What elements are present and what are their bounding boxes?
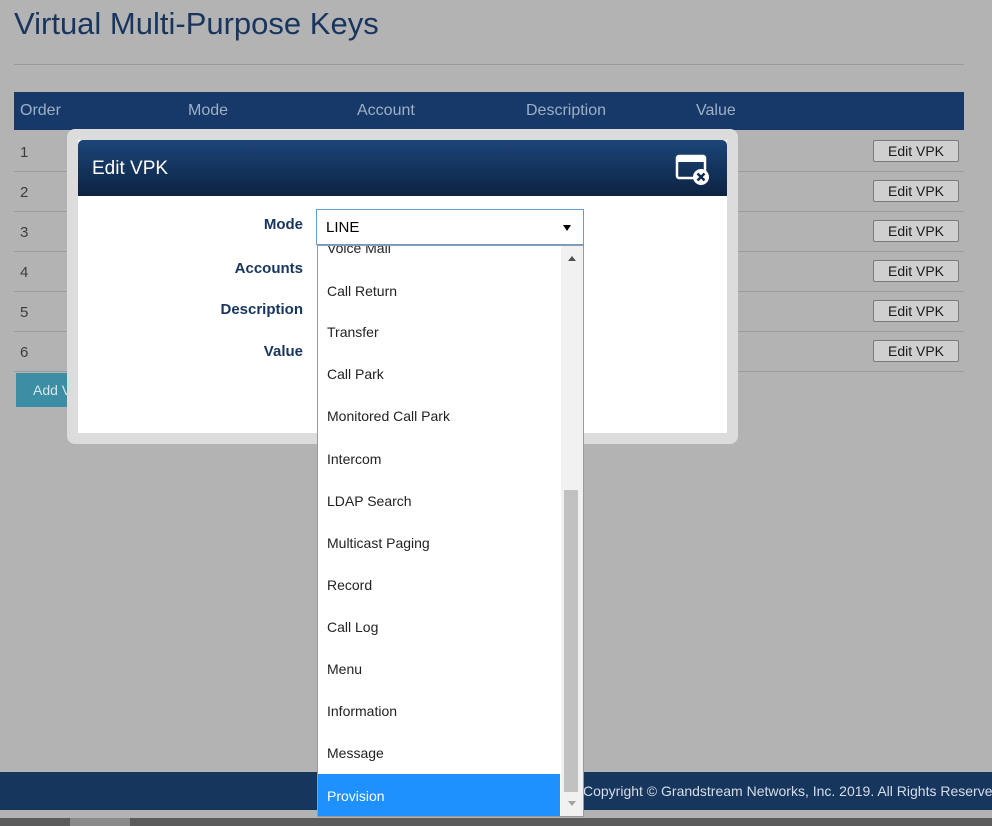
dropdown-option-selected[interactable]: Provision — [318, 774, 560, 816]
horizontal-scroll-track — [0, 818, 992, 826]
edit-vpk-button[interactable]: Edit VPK — [873, 300, 959, 322]
option-label: Provision — [327, 788, 385, 804]
column-header-value: Value — [696, 102, 736, 119]
dropdown-option-partial[interactable]: Voice Mail — [327, 246, 391, 256]
option-label: Call Park — [327, 366, 384, 382]
dropdown-option[interactable]: Information — [318, 689, 560, 731]
page: Virtual Multi-Purpose Keys Order Mode Ac… — [0, 0, 992, 826]
description-label: Description — [220, 301, 303, 318]
column-header-account: Account — [357, 102, 415, 119]
dropdown-option[interactable]: Call Log — [318, 605, 560, 647]
dropdown-option[interactable]: Call Return — [318, 269, 560, 311]
row-order: 1 — [20, 144, 29, 161]
mode-select[interactable]: LINE — [316, 209, 584, 245]
option-label: Intercom — [327, 451, 382, 467]
option-label: Message — [327, 745, 384, 761]
dialog-title: Edit VPK — [92, 158, 169, 179]
title-divider — [14, 64, 964, 65]
arrow-down-icon[interactable] — [567, 800, 577, 808]
dropdown-option[interactable]: Intercom — [318, 437, 560, 479]
option-label: Information — [327, 703, 398, 719]
scrollbar-thumb[interactable] — [564, 490, 578, 792]
option-label: Call Log — [327, 619, 379, 635]
dropdown-option[interactable]: Multicast Paging — [318, 521, 560, 563]
window-close-icon[interactable] — [675, 154, 711, 186]
dropdown-option[interactable]: LDAP Search — [318, 479, 560, 521]
option-label: LDAP Search — [327, 493, 412, 509]
row-order: 3 — [20, 224, 29, 241]
edit-vpk-button[interactable]: Edit VPK — [873, 180, 959, 202]
option-label: Call Return — [327, 283, 398, 299]
footer-copyright: Copyright © Grandstream Networks, Inc. 2… — [583, 783, 992, 799]
edit-vpk-button[interactable]: Edit VPK — [873, 340, 959, 362]
dropdown-option[interactable]: Transfer — [318, 310, 560, 352]
dropdown-option[interactable]: Menu — [318, 647, 560, 689]
column-header-mode: Mode — [188, 102, 229, 119]
option-label: Menu — [327, 661, 363, 677]
row-order: 6 — [20, 344, 29, 361]
dropdown-scrollbar[interactable] — [561, 246, 583, 816]
dialog-header: Edit VPK — [78, 140, 727, 196]
dropdown-option[interactable]: Record — [318, 563, 560, 605]
row-order: 4 — [20, 264, 29, 281]
arrow-up-icon[interactable] — [567, 254, 577, 262]
edit-vpk-button[interactable]: Edit VPK — [873, 220, 959, 242]
edit-vpk-button[interactable]: Edit VPK — [873, 140, 959, 162]
horizontal-scroll-thumb[interactable] — [70, 818, 130, 826]
caret-down-icon — [563, 225, 571, 231]
row-order: 2 — [20, 184, 29, 201]
column-header-description: Description — [526, 102, 607, 119]
dropdown-option[interactable]: Message — [318, 731, 560, 773]
option-label: Multicast Paging — [327, 535, 430, 551]
page-title: Virtual Multi-Purpose Keys — [14, 6, 379, 41]
row-order: 5 — [20, 304, 29, 321]
option-label: Monitored Call Park — [327, 408, 450, 424]
dropdown-option[interactable]: Monitored Call Park — [318, 394, 560, 436]
accounts-label: Accounts — [234, 260, 303, 277]
dropdown-option[interactable]: Call Park — [318, 352, 560, 394]
value-label: Value — [263, 343, 303, 360]
mode-dropdown-list: Voice Mail Call Return Transfer Call Par… — [317, 245, 584, 817]
mode-selected-value: LINE — [326, 219, 360, 236]
table-header: Order Mode Account Description Value — [14, 92, 964, 130]
column-header-order: Order — [20, 102, 61, 119]
edit-vpk-button[interactable]: Edit VPK — [873, 260, 959, 282]
option-label: Transfer — [327, 324, 379, 340]
option-label: Record — [327, 577, 373, 593]
mode-label: Mode — [263, 216, 303, 233]
